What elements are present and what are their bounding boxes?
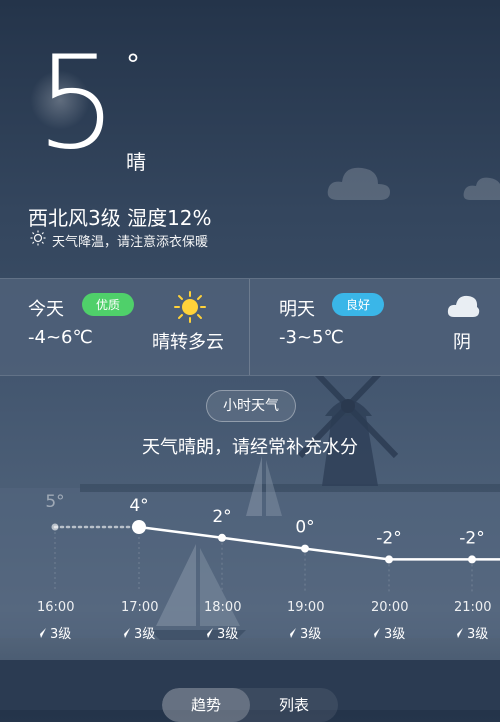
temperature-label: -2° xyxy=(376,528,401,548)
divider xyxy=(249,279,250,375)
current-temperature: 5 xyxy=(36,29,117,178)
temperature-label: 4° xyxy=(129,496,148,516)
hour-time-label: 18:00 xyxy=(204,600,242,615)
cloud-decoration-icon xyxy=(327,167,390,200)
hour-wind: 3级 xyxy=(202,623,238,642)
hour-time-label: 20:00 xyxy=(371,600,409,615)
temperature-point xyxy=(51,523,59,531)
hour-wind-label: 3级 xyxy=(217,627,239,642)
sun-icon xyxy=(174,291,206,323)
cloud-icon xyxy=(447,295,480,317)
temperature-label: 0° xyxy=(295,518,314,538)
view-toggle[interactable]: 趋势 列表 xyxy=(162,688,338,722)
hour-wind: 3级 xyxy=(119,623,155,642)
wind-direction-icon xyxy=(36,627,46,638)
temperature-point xyxy=(218,533,226,542)
hour-wind-label: 3级 xyxy=(50,627,72,642)
hour-wind: 3级 xyxy=(285,623,321,642)
tip-text: 天气降温，请注意添衣保暖 xyxy=(52,234,209,250)
hourly-temperature-chart: 5° 4° 2° 0° -2° -2° xyxy=(0,480,500,664)
tomorrow-condition: 阴 xyxy=(453,332,471,353)
trend-tab[interactable]: 趋势 xyxy=(162,688,250,722)
hour-wind-label: 3级 xyxy=(300,627,322,642)
lightbulb-icon xyxy=(30,230,46,250)
hour-wind: 3级 xyxy=(452,623,488,642)
wind-direction-icon xyxy=(453,627,463,638)
temperature-label: 2° xyxy=(212,507,231,527)
wind-direction-icon xyxy=(370,627,380,638)
temperature-line xyxy=(138,525,500,561)
wind-direction-icon xyxy=(120,627,130,638)
wind-humidity: 西北风3级 湿度12% xyxy=(28,206,212,230)
tomorrow-label: 明天 xyxy=(279,299,315,320)
current-condition: 晴 xyxy=(126,150,146,174)
wind-direction-icon xyxy=(286,627,296,638)
hour-time-label: 16:00 xyxy=(37,600,75,615)
today-label: 今天 xyxy=(28,299,64,320)
air-quality-badge-today: 优质 xyxy=(82,293,135,316)
tomorrow-temperature-range: -3~5℃ xyxy=(279,327,344,348)
cloud-decoration-icon xyxy=(463,177,500,200)
temperature-label: -2° xyxy=(459,528,484,548)
hour-wind: 3级 xyxy=(369,623,405,642)
temperature-label: 5° xyxy=(45,492,64,512)
weather-tip: 天气降温，请注意添衣保暖 xyxy=(30,230,208,250)
hour-time-label: 19:00 xyxy=(287,600,325,615)
hour-wind-label: 3级 xyxy=(467,627,489,642)
list-tab[interactable]: 列表 xyxy=(250,688,338,722)
daily-forecast: 今天 优质 -4~6℃ 晴转多云 明天 良好 -3~5℃ 阴 xyxy=(0,278,500,376)
hour-time-label: 17:00 xyxy=(121,600,159,615)
today-condition: 晴转多云 xyxy=(152,332,224,353)
air-quality-badge-tomorrow: 良好 xyxy=(332,293,385,316)
hour-time-label: 21:00 xyxy=(454,600,492,615)
hourly-line-chart: 5° 4° 2° 0° -2° -2° xyxy=(45,492,500,592)
hour-wind-label: 3级 xyxy=(134,627,156,642)
wind-direction-icon xyxy=(203,627,213,638)
hourly-message: 天气晴朗，请经常补充水分 xyxy=(142,437,358,458)
hour-wind-label: 3级 xyxy=(384,627,406,642)
today-temperature-range: -4~6℃ xyxy=(28,327,93,348)
temperature-point xyxy=(132,520,146,534)
temperature-point xyxy=(385,555,393,564)
hourly-weather-button[interactable]: 小时天气 xyxy=(206,390,296,422)
hour-wind: 3级 xyxy=(35,623,71,642)
temperature-point xyxy=(301,544,309,553)
degree-symbol: ° xyxy=(126,48,140,81)
temperature-point xyxy=(468,555,476,564)
